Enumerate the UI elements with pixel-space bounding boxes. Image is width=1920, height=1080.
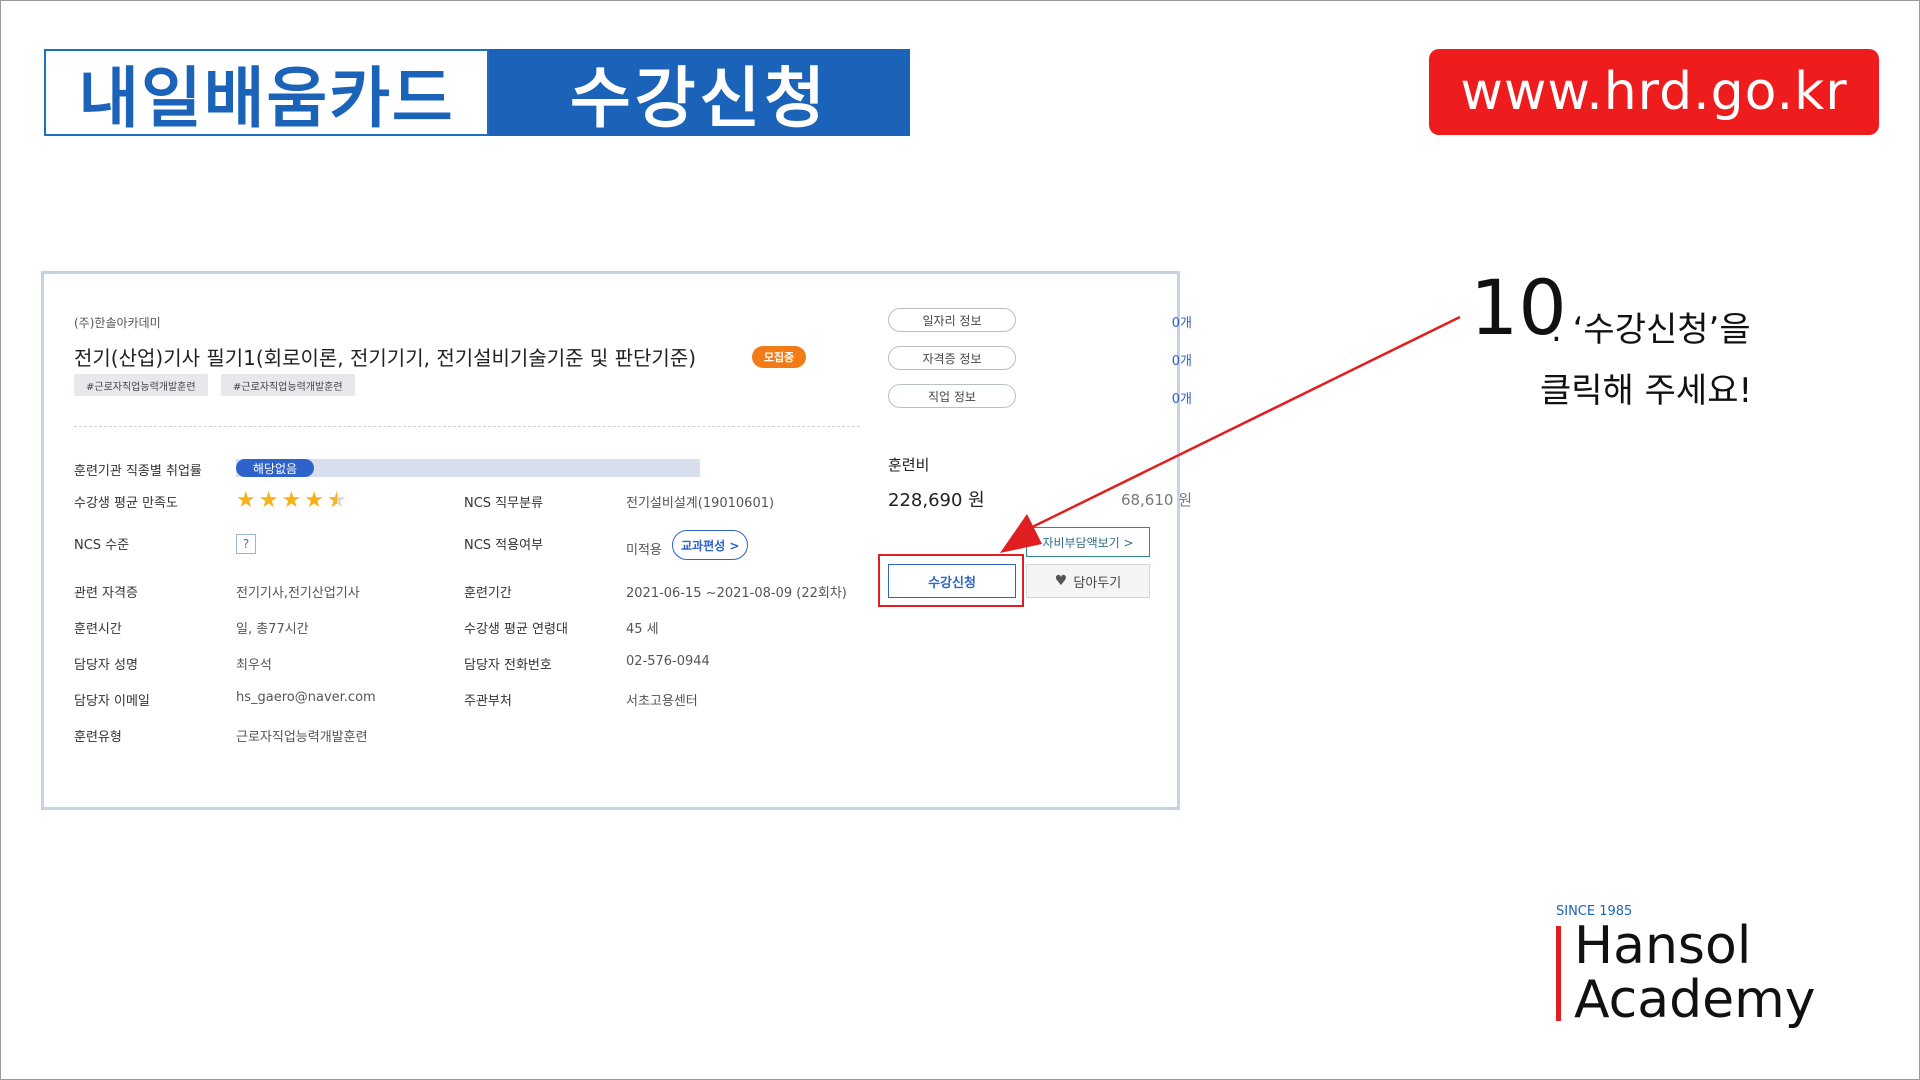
instruction-line-2: 클릭해 주세요! [1540, 371, 1753, 411]
detail-label: 훈련기간 [464, 586, 512, 601]
detail-label: 훈련시간 [74, 622, 122, 637]
occupation-info-count: 0개 [1171, 392, 1192, 407]
detail-value: 서초고용센터 [626, 694, 698, 709]
divider [74, 426, 860, 427]
employment-label: 훈련기관 직종별 취업률 [74, 464, 202, 479]
hansol-logo: SINCE 1985 Hansol Academy [1556, 904, 1816, 1027]
detail-label: 훈련유형 [74, 730, 122, 745]
job-info-button[interactable]: 일자리 정보 [888, 308, 1016, 332]
license-info-count: 0개 [1171, 354, 1192, 369]
detail-value: 02-576-0944 [626, 654, 710, 669]
star-icon: ★ [236, 488, 256, 513]
self-pay-button[interactable]: 자비부담액보기 > [1026, 527, 1150, 557]
detail-value: 2021-06-15 ~2021-08-09 (22회차) [626, 586, 847, 601]
title-banner: 내일배움카드 수강신청 [44, 49, 910, 137]
occupation-info-button[interactable]: 직업 정보 [888, 384, 1016, 408]
help-icon[interactable]: ? [236, 534, 256, 554]
url-box: www.hrd.go.kr [1429, 49, 1879, 135]
detail-label: 담당자 성명 [74, 658, 138, 673]
logo-line-1: Hansol [1574, 916, 1752, 976]
banner-apply-title: 수강신청 [489, 49, 910, 137]
star-icon: ★ [258, 488, 279, 513]
license-info-button[interactable]: 자격증 정보 [888, 346, 1016, 370]
satisfaction-stars: ★ ★ ★ ★ ★ [236, 488, 347, 513]
detail-label: 담당자 이메일 [74, 694, 150, 709]
detail-value: 일, 총77시간 [236, 622, 309, 637]
detail-value: 전기기사,전기산업기사 [236, 586, 360, 601]
fee-value: 228,690 원 [888, 490, 985, 511]
detail-label: 수강생 평균 연령대 [464, 622, 568, 637]
detail-value: 최우석 [236, 658, 272, 673]
academy-name: (주)한솔아카데미 [74, 316, 161, 330]
employment-value: 해당없음 [236, 459, 314, 477]
logo-line-2: Academy [1574, 970, 1816, 1030]
heart-icon: ♥ [1054, 573, 1068, 589]
instruction-line-1: . ‘수강신청’을 [1551, 310, 1751, 350]
detail-value: 45 세 [626, 622, 659, 637]
banner-left-text: 내일배움카드 [78, 59, 455, 137]
star-icon: ★ [304, 488, 324, 513]
ncs-applied-value: 미적용 [626, 543, 662, 558]
detail-value: hs_gaero@naver.com [236, 690, 376, 705]
tag-2[interactable]: #근로자직업능력개발훈련 [221, 374, 355, 396]
detail-label: 관련 자격증 [74, 586, 138, 601]
job-info-count: 0개 [1171, 316, 1192, 331]
logo-bar [1556, 926, 1561, 1021]
ncs-level-label: NCS 수준 [74, 538, 130, 553]
tag-1[interactable]: #근로자직업능력개발훈련 [74, 374, 208, 396]
url-text: www.hrd.go.kr [1460, 62, 1848, 122]
fee-label: 훈련비 [888, 456, 930, 474]
course-title[interactable]: 전기(산업)기사 필기1(회로이론, 전기기기, 전기설비기술기준 및 판단기준… [74, 342, 696, 371]
employment-bar: 해당없음 [236, 459, 700, 477]
curriculum-button[interactable]: 교과편성 > [672, 530, 749, 560]
star-icon: ★ [281, 488, 302, 513]
detail-value: 근로자직업능력개발훈련 [236, 730, 368, 745]
status-badge: 모집중 [752, 346, 806, 368]
half-star-icon: ★ [327, 490, 347, 513]
banner-right-text: 수강신청 [570, 59, 829, 137]
save-button-label: 담아두기 [1073, 575, 1122, 591]
save-button[interactable]: ♥ 담아두기 [1026, 564, 1150, 598]
banner-card-title: 내일배움카드 [44, 49, 489, 137]
detail-label: 담당자 전화번호 [464, 658, 552, 673]
course-card: (주)한솔아카데미 전기(산업)기사 필기1(회로이론, 전기기기, 전기설비기… [41, 271, 1192, 810]
satisfaction-label: 수강생 평균 만족도 [74, 496, 178, 511]
self-pay-value: 68,610 원 [1120, 491, 1192, 509]
ncs-category-value: 전기설비설계(19010601) [626, 496, 775, 511]
detail-label: 주관부처 [464, 694, 512, 709]
ncs-applied-label: NCS 적용여부 [464, 538, 544, 553]
apply-button[interactable]: 수강신청 [888, 564, 1016, 598]
ncs-category-label: NCS 직무분류 [464, 496, 544, 511]
